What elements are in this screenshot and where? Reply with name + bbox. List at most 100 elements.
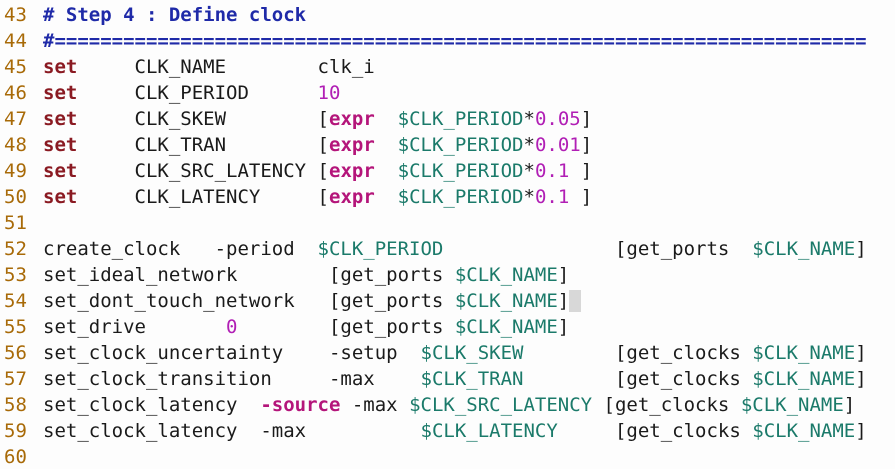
number-token: 0.05: [534, 108, 581, 130]
variable-token: $CLK_LATENCY: [420, 420, 558, 442]
code-line[interactable]: 44 #=====================================…: [0, 28, 895, 54]
code-line[interactable]: 60: [0, 444, 895, 470]
variable-token: $CLK_NAME: [752, 342, 856, 364]
plain-token: [get_clocks: [557, 420, 753, 442]
variable-token: $CLK_SRC_LATENCY: [409, 394, 593, 416]
code-text: set CLK_LATENCY [expr $CLK_PERIOD*0.1 ]: [43, 184, 592, 210]
code-text: set CLK_PERIOD 10: [43, 80, 340, 106]
plain-token: ]: [580, 134, 593, 156]
code-text: #=======================================…: [43, 28, 867, 54]
plain-token: ]: [843, 394, 856, 416]
number-token: 0.1: [534, 160, 570, 182]
code-line[interactable]: 47 set CLK_SKEW [expr $CLK_PERIOD*0.05]: [0, 106, 895, 132]
code-line[interactable]: 59 set_clock_latency -max $CLK_LATENCY [g…: [0, 418, 895, 444]
line-number: 51: [4, 212, 27, 234]
plain-token: ]: [855, 342, 867, 364]
variable-token: $CLK_NAME: [454, 316, 558, 338]
code-text: set CLK_NAME clk_i: [43, 54, 375, 80]
code-text: set_drive 0 [get_ports $CLK_NAME]: [43, 314, 569, 340]
plain-token: [get_ports: [443, 238, 753, 260]
code-line[interactable]: 50 set CLK_LATENCY [expr $CLK_PERIOD*0.1 …: [0, 184, 895, 210]
plain-token: [get_clocks: [523, 342, 753, 364]
line-number: 50: [4, 186, 27, 208]
line-number: 47: [4, 108, 27, 130]
plain-token: CLK_SKEW [: [77, 108, 329, 130]
keyword-token: set: [43, 56, 78, 78]
plain-token: [get_clocks: [592, 394, 741, 416]
variable-token: $CLK_PERIOD: [317, 238, 444, 260]
code-line[interactable]: 52 create_clock -period $CLK_PERIOD [get_…: [0, 236, 895, 262]
plain-token: set_clock_uncertainty -setup: [43, 342, 421, 364]
plain-token: set_clock_transition -max: [43, 368, 421, 390]
plain-token: set_clock_latency: [43, 394, 261, 416]
variable-token: $CLK_NAME: [454, 290, 558, 312]
variable-token: $CLK_PERIOD: [397, 186, 524, 208]
code-text: set_dont_touch_network [get_ports $CLK_N…: [43, 288, 581, 314]
line-number: 49: [4, 160, 27, 182]
code-text: set CLK_TRAN [expr $CLK_PERIOD*0.01]: [43, 132, 592, 158]
text-cursor: [569, 290, 581, 312]
code-line[interactable]: 56 set_clock_uncertainty -setup $CLK_SKEW…: [0, 340, 895, 366]
code-line[interactable]: 55 set_drive 0 [get_ports $CLK_NAME]: [0, 314, 895, 340]
code-line[interactable]: 53 set_ideal_network [get_ports $CLK_NAME…: [0, 262, 895, 288]
variable-token: $CLK_NAME: [454, 264, 558, 286]
plain-token: set_ideal_network [get_ports: [43, 264, 455, 286]
line-number: 56: [4, 342, 27, 364]
line-number: 44: [4, 30, 27, 52]
keyword-token: set: [43, 160, 78, 182]
plain-token: create_clock -period: [43, 238, 318, 260]
line-number: 43: [4, 4, 27, 26]
code-line[interactable]: 57 set_clock_transition -max $CLK_TRAN [g…: [0, 366, 895, 392]
line-number: 45: [4, 56, 27, 78]
code-line[interactable]: 45 set CLK_NAME clk_i: [0, 54, 895, 80]
code-text: set_ideal_network [get_ports $CLK_NAME]: [43, 262, 569, 288]
plain-token: set_drive: [43, 316, 227, 338]
plain-token: ]: [580, 108, 593, 130]
plain-token: ]: [557, 290, 570, 312]
code-text: set CLK_SKEW [expr $CLK_PERIOD*0.05]: [43, 106, 592, 132]
line-number: 60: [4, 446, 27, 468]
keyword-token: set: [43, 82, 78, 104]
plain-token: ]: [569, 160, 593, 182]
code-line[interactable]: 58 set_clock_latency -source -max $CLK_SR…: [0, 392, 895, 418]
code-line[interactable]: 48 set CLK_TRAN [expr $CLK_PERIOD*0.01]: [0, 132, 895, 158]
plain-token: ]: [557, 316, 570, 338]
code-line[interactable]: 43 # Step 4 : Define clock: [0, 2, 895, 28]
line-number: 59: [4, 420, 27, 442]
line-number: 55: [4, 316, 27, 338]
plain-token: CLK_NAME clk_i: [77, 56, 375, 78]
plain-token: -max: [340, 394, 410, 416]
plain-token: CLK_LATENCY [: [77, 186, 329, 208]
plain-token: CLK_TRAN [: [77, 134, 329, 156]
code-line[interactable]: 49 set CLK_SRC_LATENCY [expr $CLK_PERIOD*…: [0, 158, 895, 184]
code-line[interactable]: 54 set_dont_touch_network [get_ports $CLK…: [0, 288, 895, 314]
number-token: 0: [226, 316, 238, 338]
plain-token: *: [523, 134, 535, 156]
plain-token: ]: [855, 420, 867, 442]
variable-token: $CLK_NAME: [752, 420, 856, 442]
expr-keyword-token: expr: [329, 134, 375, 156]
plain-token: CLK_SRC_LATENCY [: [77, 160, 329, 182]
variable-token: $CLK_PERIOD: [397, 134, 524, 156]
code-text: set_clock_latency -max $CLK_LATENCY [get…: [43, 418, 867, 444]
plain-token: *: [523, 186, 535, 208]
code-text: create_clock -period $CLK_PERIOD [get_po…: [43, 236, 867, 262]
code-line[interactable]: 51: [0, 210, 895, 236]
number-token: 0.01: [534, 134, 581, 156]
code-editor[interactable]: 43 # Step 4 : Define clock 44 #============…: [0, 0, 895, 469]
variable-token: $CLK_PERIOD: [397, 160, 524, 182]
comment-token: # Step 4 : Define clock: [43, 4, 307, 26]
code-line[interactable]: 46 set CLK_PERIOD 10: [0, 80, 895, 106]
variable-token: $CLK_PERIOD: [397, 108, 524, 130]
plain-token: set_clock_latency -max: [43, 420, 421, 442]
number-token: 0.1: [534, 186, 570, 208]
keyword-token: set: [43, 108, 78, 130]
plain-token: *: [523, 160, 535, 182]
line-number: 52: [4, 238, 27, 260]
code-text: set_clock_uncertainty -setup $CLK_SKEW […: [43, 340, 867, 366]
expr-keyword-token: expr: [329, 108, 375, 130]
line-number: 54: [4, 290, 27, 312]
